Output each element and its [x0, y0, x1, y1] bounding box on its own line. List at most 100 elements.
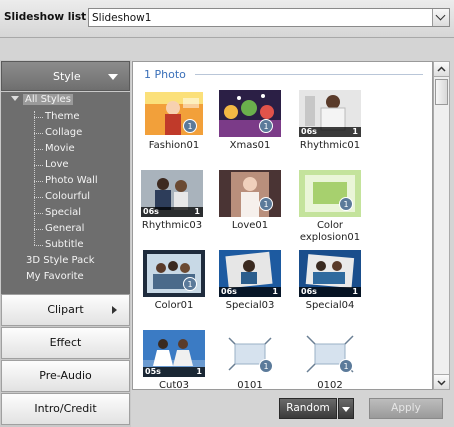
- tree-guide-branch: [34, 165, 43, 166]
- thumbnail-rhythmic01[interactable]: 06s 1: [299, 90, 361, 137]
- thumbnail-color-explosion01[interactable]: [299, 170, 361, 217]
- slideshow-list-select[interactable]: Slideshow1: [88, 8, 450, 27]
- chevron-down-icon: [437, 380, 446, 386]
- gallery-scrollbar[interactable]: [433, 61, 450, 390]
- apply-button[interactable]: Apply: [369, 398, 443, 419]
- scroll-up-button[interactable]: [434, 62, 449, 77]
- item-label: Rhythmic01: [299, 140, 361, 151]
- style-tree: All Styles Theme Collage Movie Love Phot…: [1, 92, 130, 294]
- thumbnail-special03[interactable]: 06s 1: [219, 250, 281, 297]
- photo-count-text: 1: [352, 127, 358, 136]
- duration-strip: 06s 1: [219, 287, 281, 297]
- duration-strip: 06s 1: [299, 127, 361, 137]
- caret-down-icon: [342, 407, 350, 412]
- thumbnail-special04[interactable]: 06s 1: [299, 250, 361, 297]
- item-label: Color01: [154, 300, 194, 311]
- photo-count-text: 1: [352, 287, 358, 296]
- tree-item-3d-style-pack[interactable]: 3D Style Pack: [26, 255, 95, 266]
- color-explosion-thumbnail-image: [299, 170, 361, 217]
- slideshow-list-label: Slideshow list :: [4, 11, 95, 23]
- scroll-down-button[interactable]: [434, 374, 449, 389]
- tree-item-special[interactable]: Special: [45, 207, 81, 218]
- item-count-badge: 1: [259, 197, 273, 211]
- tree-guide-branch: [34, 245, 43, 246]
- style-category-button[interactable]: Style: [1, 61, 130, 91]
- item-count-badge: 1: [259, 119, 273, 133]
- intro-credit-label: Intro/Credit: [34, 402, 97, 415]
- item-label: Love01: [231, 220, 269, 231]
- caret-right-icon: [112, 306, 117, 314]
- intro-credit-button[interactable]: Intro/Credit: [1, 393, 130, 425]
- tree-item-theme[interactable]: Theme: [45, 111, 80, 122]
- tree-item-subtitle[interactable]: Subtitle: [45, 239, 84, 250]
- duration-text: 05s: [145, 367, 161, 376]
- photo-count-text: 1: [196, 367, 202, 376]
- photo-count-text: 1: [272, 287, 278, 296]
- item-label: Special04: [305, 300, 355, 311]
- slideshow-list-bar: Slideshow list : Slideshow1: [0, 0, 454, 38]
- chevron-down-icon: [435, 10, 446, 21]
- random-dropdown-button[interactable]: [338, 398, 354, 419]
- section-divider: [195, 74, 423, 75]
- tree-item-collage[interactable]: Collage: [45, 127, 82, 138]
- item-label: Special03: [225, 300, 275, 311]
- tree-guide-line: [34, 111, 35, 245]
- effect-label: Effect: [49, 336, 82, 349]
- thumbnail-love01[interactable]: [219, 170, 281, 217]
- item-count-badge: 1: [183, 277, 197, 291]
- tree-guide-branch: [34, 213, 43, 214]
- tree-item-general[interactable]: General: [45, 223, 84, 234]
- effect-button[interactable]: Effect: [1, 327, 130, 359]
- tree-guide-branch: [34, 197, 43, 198]
- item-count-badge: 1: [183, 119, 197, 133]
- scrollbar-thumb[interactable]: [435, 79, 448, 105]
- tree-collapse-icon[interactable]: [11, 96, 19, 101]
- thumbnail-cut03[interactable]: 05s 1: [143, 330, 205, 377]
- tree-guide-branch: [34, 117, 43, 118]
- tree-guide-branch: [34, 181, 43, 182]
- color-thumbnail-image: [143, 250, 205, 297]
- action-bar: Random Apply: [131, 390, 454, 427]
- item-label: Fashion01: [148, 140, 200, 151]
- random-label: Random: [286, 402, 330, 414]
- item-label: Xmas01: [229, 140, 271, 151]
- style-category-label: Style: [53, 70, 81, 83]
- caret-down-icon: [108, 74, 118, 80]
- sidebar: Style All Styles Theme Collage Movie Lov…: [0, 60, 131, 427]
- clipart-button[interactable]: Clipart: [1, 294, 130, 326]
- tree-guide-branch: [34, 229, 43, 230]
- tree-item-my-favorite[interactable]: My Favorite: [26, 271, 84, 282]
- style-gallery: 1 Photo 1 Fashion01 1 Xmas01 06s 1 Rhyth…: [132, 61, 433, 391]
- random-button[interactable]: Random: [279, 398, 337, 419]
- item-count-badge: 1: [259, 359, 273, 373]
- photo-count-text: 1: [194, 207, 200, 216]
- item-count-badge: 1: [339, 197, 353, 211]
- apply-label: Apply: [391, 402, 421, 414]
- tree-guide-branch: [34, 149, 43, 150]
- duration-text: 06s: [301, 287, 317, 296]
- love-thumbnail-image: [219, 170, 281, 217]
- duration-strip: 06s 1: [141, 207, 203, 217]
- clipart-label: Clipart: [47, 303, 84, 316]
- tree-item-photo-wall[interactable]: Photo Wall: [45, 175, 98, 186]
- tree-item-love[interactable]: Love: [45, 159, 69, 170]
- tree-item-all-styles[interactable]: All Styles: [23, 94, 73, 105]
- slideshow-list-dropdown-button[interactable]: [432, 9, 449, 26]
- pre-audio-label: Pre-Audio: [39, 369, 92, 382]
- duration-text: 06s: [221, 287, 237, 296]
- duration-text: 06s: [301, 127, 317, 136]
- duration-strip: 06s 1: [299, 287, 361, 297]
- chevron-up-icon: [437, 66, 446, 72]
- tree-guide-branch: [34, 133, 43, 134]
- slideshow-list-value: Slideshow1: [92, 12, 152, 24]
- tree-item-colourful[interactable]: Colourful: [45, 191, 90, 202]
- thumbnail-rhythmic03[interactable]: 06s 1: [141, 170, 203, 217]
- item-count-badge: 1: [339, 359, 353, 373]
- duration-text: 06s: [143, 207, 159, 216]
- item-label: Rhythmic03: [141, 220, 203, 231]
- thumbnail-color01[interactable]: [143, 250, 205, 297]
- tree-item-movie[interactable]: Movie: [45, 143, 75, 154]
- section-title: 1 Photo: [144, 68, 186, 81]
- pre-audio-button[interactable]: Pre-Audio: [1, 360, 130, 392]
- item-label: Color explosion01: [299, 220, 361, 243]
